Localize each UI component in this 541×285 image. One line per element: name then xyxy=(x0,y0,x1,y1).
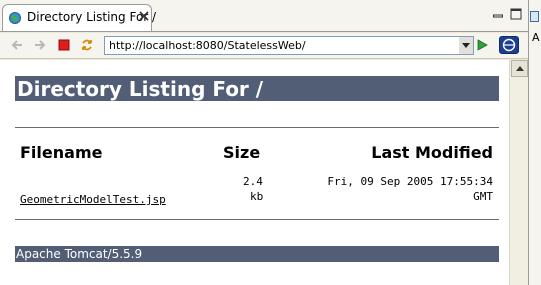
chevron-down-icon xyxy=(462,43,470,48)
back-arrow-icon[interactable] xyxy=(10,38,24,52)
vertical-scrollbar[interactable] xyxy=(509,60,528,285)
chevron-up-icon xyxy=(516,66,524,71)
side-panel-label: A xyxy=(532,31,540,44)
forward-arrow-icon[interactable] xyxy=(33,38,47,52)
window-icon[interactable] xyxy=(530,11,539,22)
tab-strip: Directory Listing For / xyxy=(0,0,528,32)
file-last-modified-timezone: GMT xyxy=(473,190,493,203)
tab-title: Directory Listing For / xyxy=(27,10,157,24)
open-external-browser-button[interactable] xyxy=(499,36,519,54)
url-input[interactable]: http://localhost:8080/StatelessWeb/ xyxy=(104,36,460,55)
page-heading: Directory Listing For / xyxy=(15,76,499,101)
server-footer: Apache Tomcat/5.5.9 xyxy=(15,246,499,262)
url-text: http://localhost:8080/StatelessWeb/ xyxy=(109,39,306,52)
go-icon[interactable] xyxy=(475,38,489,52)
globe-icon xyxy=(9,12,21,24)
eclipse-icon xyxy=(502,38,516,52)
file-link[interactable]: GeometricModelTest.jsp xyxy=(20,193,166,206)
tab-directory-listing[interactable]: Directory Listing For / xyxy=(2,4,156,31)
divider xyxy=(15,219,499,220)
column-header-size: Size xyxy=(223,143,261,162)
scroll-up-button[interactable] xyxy=(511,60,528,77)
refresh-icon[interactable] xyxy=(80,38,94,52)
page-content: Directory Listing For / Filename Size La… xyxy=(0,60,509,285)
server-version: Apache Tomcat/5.5.9 xyxy=(16,247,143,261)
file-size-unit: kb xyxy=(250,190,264,203)
divider xyxy=(15,127,499,128)
maximize-icon[interactable] xyxy=(510,8,522,20)
minimize-icon[interactable] xyxy=(492,8,504,20)
page-heading-text: Directory Listing For / xyxy=(17,77,264,101)
column-header-filename: Filename xyxy=(20,143,103,162)
close-icon[interactable] xyxy=(139,11,149,21)
column-header-last-modified: Last Modified xyxy=(371,143,493,162)
toolbar: http://localhost:8080/StatelessWeb/ xyxy=(0,33,528,59)
file-size-value: 2.4 xyxy=(243,175,263,188)
browser-window: Directory Listing For / A http://localho… xyxy=(0,0,541,285)
stop-icon[interactable] xyxy=(57,38,71,52)
url-dropdown-button[interactable] xyxy=(459,36,474,55)
file-last-modified: Fri, 09 Sep 2005 17:55:34 xyxy=(327,175,493,188)
